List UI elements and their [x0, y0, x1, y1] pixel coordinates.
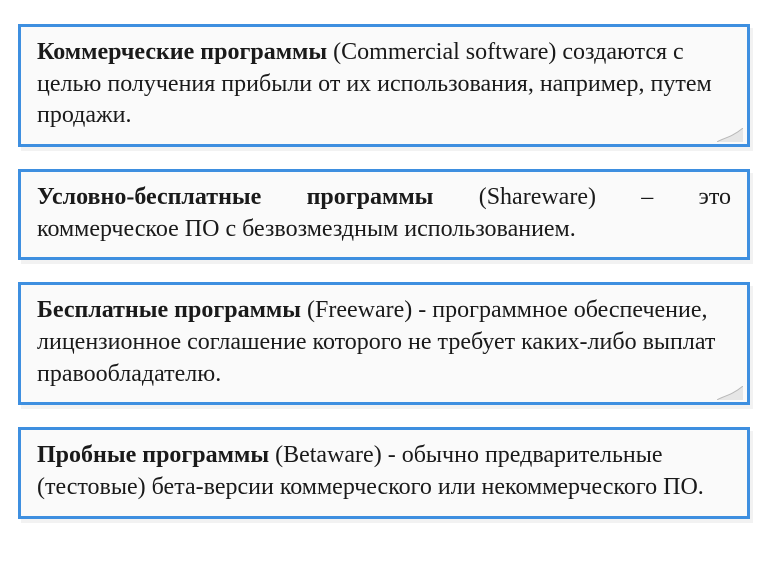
page-curl-icon [717, 386, 743, 400]
shareware-line1: Условно-бесплатные программы (Shareware)… [37, 182, 731, 214]
term-freeware: Бесплатные программы [37, 297, 301, 323]
term-commercial: Коммерческие программы [37, 39, 327, 65]
paren-freeware: (Freeware) - [301, 297, 432, 323]
paren-betaware: (Betaware) - [269, 442, 402, 468]
page: Коммерческие программы (Commercial softw… [0, 0, 768, 576]
desc-shareware: коммерческое ПО с безвозмездным использо… [37, 216, 576, 242]
term-betaware: Пробные программы [37, 442, 269, 468]
paren-commercial: (Commercial software) [327, 39, 562, 65]
definition-card-commercial: Коммерческие программы (Commercial softw… [18, 24, 750, 147]
definition-card-betaware: Пробные программы (Betaware) - обычно пр… [18, 427, 750, 518]
term-shareware: Условно-бесплатные программы [37, 184, 433, 210]
paren-shareware: (Shareware) – это [433, 184, 731, 210]
page-curl-icon [717, 128, 743, 142]
definition-card-shareware: Условно-бесплатные программы (Shareware)… [18, 169, 750, 260]
definition-card-freeware: Бесплатные программы (Freeware) - програ… [18, 282, 750, 405]
